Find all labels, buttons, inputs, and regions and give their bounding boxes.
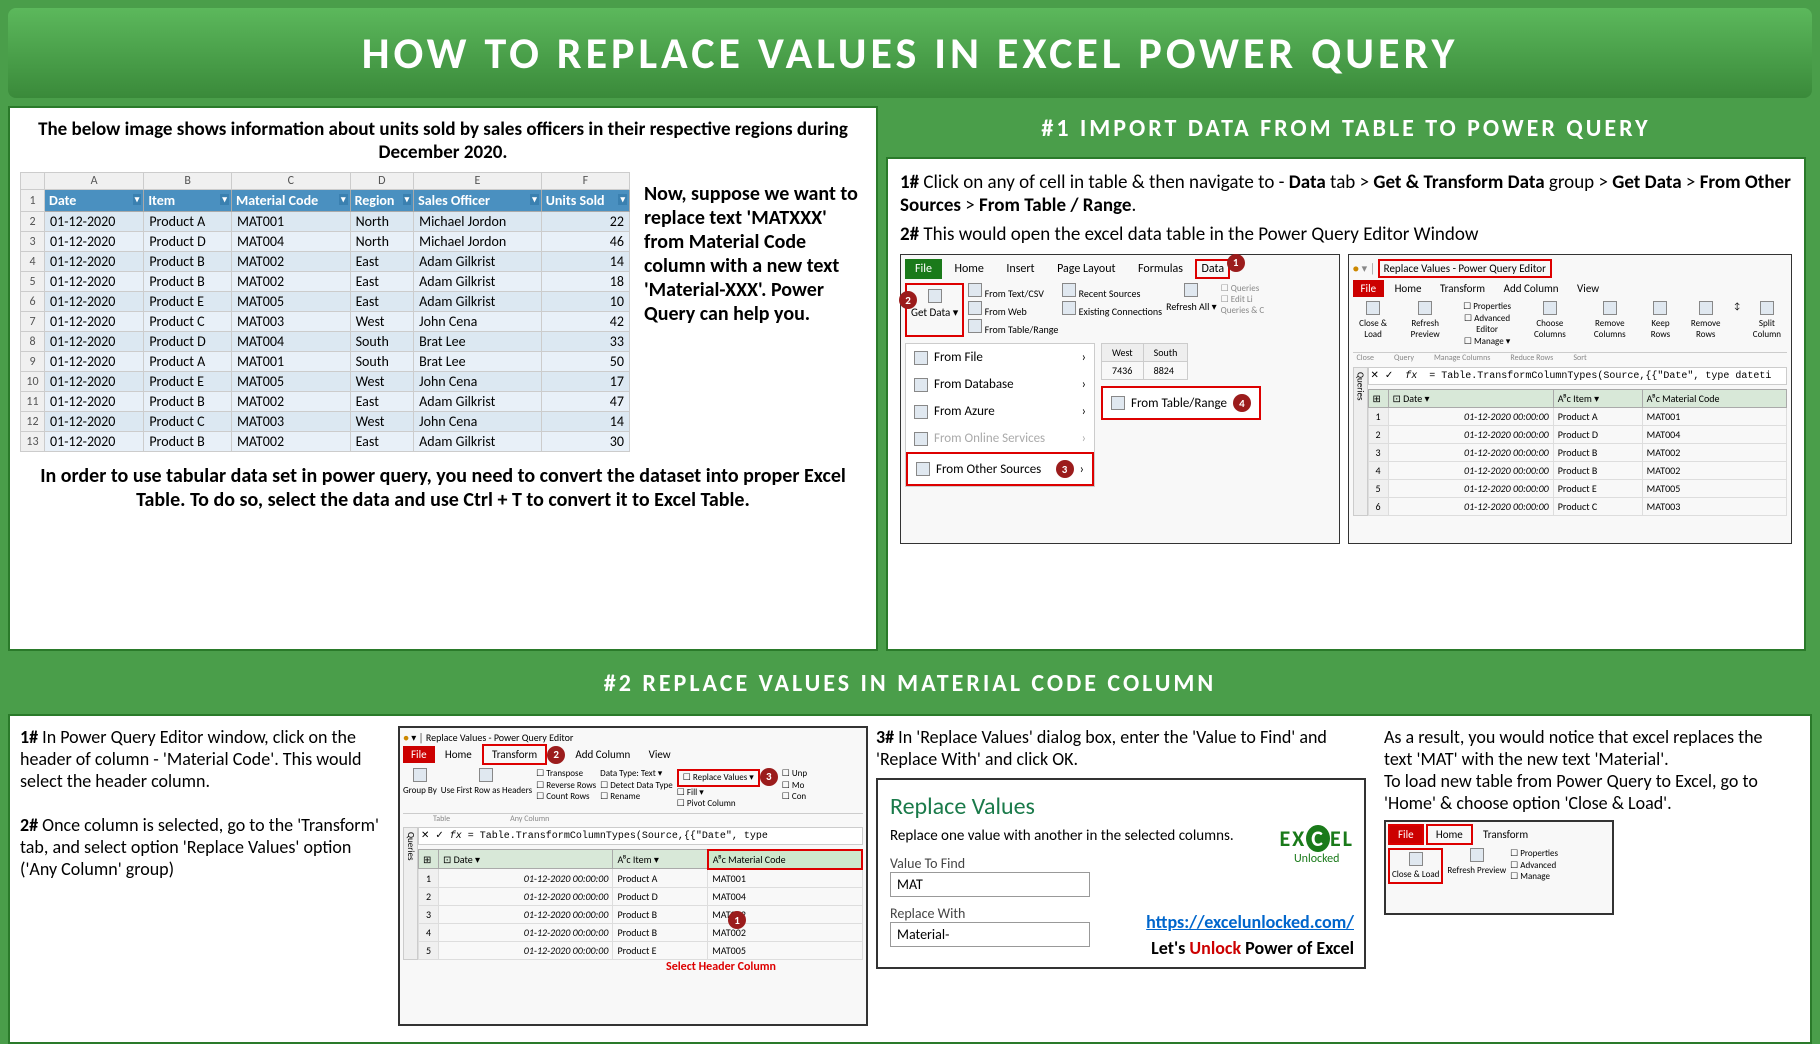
- sample-data-table: ABCDEF 1 Date▾ Item▾ Material Code▾ Regi…: [20, 172, 630, 452]
- from-table-range[interactable]: From Table/Range4: [1101, 386, 1261, 420]
- close-load-button[interactable]: Close & Load: [1388, 848, 1443, 884]
- pq-tab-file[interactable]: File: [1353, 280, 1385, 297]
- get-data-icon: [928, 289, 942, 303]
- page-title: HOW TO REPLACE VALUES IN EXCEL POWER QUE…: [8, 8, 1812, 98]
- replace-values-dialog: Replace Values Replace one value with an…: [876, 778, 1366, 969]
- get-data-button[interactable]: 2 Get Data ▾: [905, 283, 964, 337]
- section2-header: #2 REPLACE VALUES IN MATERIAL CODE COLUM…: [8, 659, 1812, 708]
- from-other-sources[interactable]: From Other Sources3›: [906, 452, 1094, 486]
- excel-unlocked-logo: EXCEL Unlocked: [1279, 825, 1354, 866]
- s2-text-a: 1# In Power Query Editor window, click o…: [20, 726, 390, 1032]
- s2-text-c: 3# In 'Replace Values' dialog box, enter…: [876, 726, 1376, 1032]
- replace-values-button[interactable]: ☐ Replace Values ▾: [677, 769, 760, 787]
- convert-note: In order to use tabular data set in powe…: [20, 464, 866, 512]
- s2-text-d: As a result, you would notice that excel…: [1384, 726, 1794, 1032]
- power-query-screenshot: ● ▾ │ Replace Values - Power Query Edito…: [1348, 254, 1793, 544]
- pq-tab-home[interactable]: Home: [1426, 824, 1473, 845]
- site-link[interactable]: https://excelunlocked.com/: [1146, 911, 1354, 933]
- tab-data[interactable]: Data: [1195, 259, 1230, 279]
- value-to-find-input[interactable]: MAT: [890, 872, 1090, 897]
- step1-text: 1# Click on any of cell in table & then …: [900, 171, 1792, 217]
- replace-with-input[interactable]: Material-: [890, 922, 1090, 947]
- step2-text: 2# This would open the excel data table …: [900, 223, 1792, 246]
- excel-ribbon-screenshot: File Home Insert Page Layout Formulas Da…: [900, 254, 1340, 544]
- pq-tab-transform[interactable]: Transform: [482, 744, 547, 765]
- section1-header: #1 IMPORT DATA FROM TABLE TO POWER QUERY: [886, 106, 1806, 151]
- intro-panel: The below image shows information about …: [8, 106, 878, 651]
- side-note: Now, suppose we want to replace text 'MA…: [644, 172, 864, 452]
- tab-file[interactable]: File: [905, 259, 942, 279]
- pq-transform-screenshot: ● ▾ │ Replace Values - Power Query Edito…: [398, 726, 868, 1026]
- intro-text: The below image shows information about …: [20, 118, 866, 164]
- close-load-screenshot: File Home Transform Close & Load Refresh…: [1384, 820, 1614, 915]
